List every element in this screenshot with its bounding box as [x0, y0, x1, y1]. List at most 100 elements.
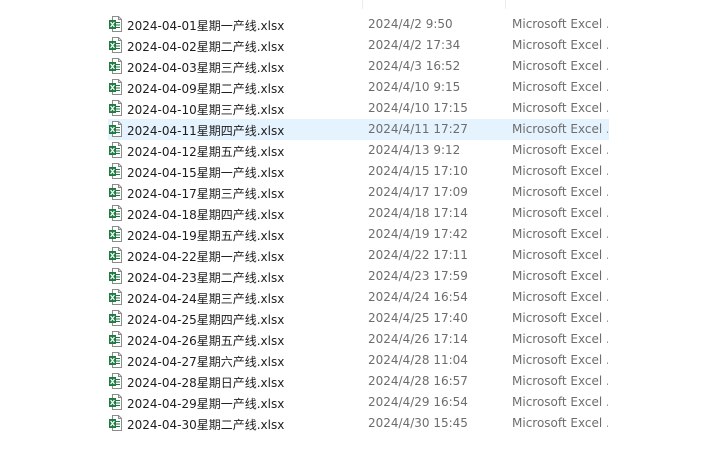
file-row[interactable]: 2024-04-25星期四产线.xlsx 2024/4/25 17:40 Micro…	[0, 308, 720, 329]
file-type: Microsoft Excel ...	[512, 416, 608, 430]
file-date-modified: 2024/4/2 17:34	[368, 38, 461, 52]
file-row[interactable]: 2024-04-19星期五产线.xlsx 2024/4/19 17:42 Micro…	[0, 224, 720, 245]
excel-file-icon	[109, 37, 122, 53]
file-date-modified: 2024/4/10 9:15	[368, 80, 461, 94]
file-name[interactable]: 2024-04-09星期二产线.xlsx	[127, 80, 284, 97]
excel-file-icon	[109, 226, 122, 242]
file-row[interactable]: 2024-04-26星期五产线.xlsx 2024/4/26 17:14 Micro…	[0, 329, 720, 350]
file-date-modified: 2024/4/13 9:12	[368, 143, 461, 157]
file-row[interactable]: 2024-04-09星期二产线.xlsx 2024/4/10 9:15 Micros…	[0, 77, 720, 98]
file-type: Microsoft Excel ...	[512, 206, 608, 220]
file-date-modified: 2024/4/24 16:54	[368, 290, 468, 304]
file-row[interactable]: 2024-04-27星期六产线.xlsx 2024/4/28 11:04 Micro…	[0, 350, 720, 371]
file-type: Microsoft Excel ...	[512, 269, 608, 283]
file-name[interactable]: 2024-04-29星期一产线.xlsx	[127, 395, 284, 412]
file-type: Microsoft Excel ...	[512, 290, 608, 304]
file-date-modified: 2024/4/28 16:57	[368, 374, 468, 388]
file-date-modified: 2024/4/10 17:15	[368, 101, 468, 115]
excel-file-icon	[109, 16, 122, 32]
file-date-modified: 2024/4/28 11:04	[368, 353, 468, 367]
file-row[interactable]: 2024-04-22星期一产线.xlsx 2024/4/22 17:11 Micro…	[0, 245, 720, 266]
file-row[interactable]: 2024-04-01星期一产线.xlsx 2024/4/2 9:50 Microso…	[0, 14, 720, 35]
file-type: Microsoft Excel ...	[512, 395, 608, 409]
excel-file-icon	[109, 415, 122, 431]
excel-file-icon	[109, 121, 122, 137]
excel-file-icon	[109, 205, 122, 221]
file-type: Microsoft Excel ...	[512, 353, 608, 367]
excel-file-icon	[109, 394, 122, 410]
file-row[interactable]: 2024-04-12星期五产线.xlsx 2024/4/13 9:12 Micros…	[0, 140, 720, 161]
file-name[interactable]: 2024-04-11星期四产线.xlsx	[127, 122, 284, 139]
file-date-modified: 2024/4/11 17:27	[368, 122, 468, 136]
file-date-modified: 2024/4/30 15:45	[368, 416, 468, 430]
file-name[interactable]: 2024-04-12星期五产线.xlsx	[127, 143, 284, 160]
file-name[interactable]: 2024-04-17星期三产线.xlsx	[127, 185, 284, 202]
file-row[interactable]: 2024-04-10星期三产线.xlsx 2024/4/10 17:15 Micro…	[0, 98, 720, 119]
file-name[interactable]: 2024-04-26星期五产线.xlsx	[127, 332, 284, 349]
file-date-modified: 2024/4/3 16:52	[368, 59, 461, 73]
file-type: Microsoft Excel ...	[512, 122, 608, 136]
file-date-modified: 2024/4/15 17:10	[368, 164, 468, 178]
file-name[interactable]: 2024-04-22星期一产线.xlsx	[127, 248, 284, 265]
file-name[interactable]: 2024-04-23星期二产线.xlsx	[127, 269, 284, 286]
excel-file-icon	[109, 163, 122, 179]
file-type: Microsoft Excel ...	[512, 332, 608, 346]
excel-file-icon	[109, 268, 122, 284]
file-type: Microsoft Excel ...	[512, 80, 608, 94]
file-type: Microsoft Excel ...	[512, 164, 608, 178]
file-name[interactable]: 2024-04-28星期日产线.xlsx	[127, 374, 284, 391]
excel-file-icon	[109, 289, 122, 305]
file-name[interactable]: 2024-04-30星期二产线.xlsx	[127, 416, 284, 433]
excel-file-icon	[109, 142, 122, 158]
file-row[interactable]: 2024-04-30星期二产线.xlsx 2024/4/30 15:45 Micro…	[0, 413, 720, 434]
file-row[interactable]: 2024-04-02星期二产线.xlsx 2024/4/2 17:34 Micros…	[0, 35, 720, 56]
file-type: Microsoft Excel ...	[512, 185, 608, 199]
excel-file-icon	[109, 100, 122, 116]
file-date-modified: 2024/4/29 16:54	[368, 395, 468, 409]
file-name[interactable]: 2024-04-03星期三产线.xlsx	[127, 59, 284, 76]
file-name[interactable]: 2024-04-25星期四产线.xlsx	[127, 311, 284, 328]
file-name[interactable]: 2024-04-02星期二产线.xlsx	[127, 38, 284, 55]
file-row[interactable]: 2024-04-11星期四产线.xlsx 2024/4/11 17:27 Micro…	[0, 119, 720, 140]
file-name[interactable]: 2024-04-18星期四产线.xlsx	[127, 206, 284, 223]
file-row[interactable]: 2024-04-29星期一产线.xlsx 2024/4/29 16:54 Micro…	[0, 392, 720, 413]
file-type: Microsoft Excel ...	[512, 311, 608, 325]
file-row[interactable]: 2024-04-18星期四产线.xlsx 2024/4/18 17:14 Micro…	[0, 203, 720, 224]
file-type: Microsoft Excel ...	[512, 17, 608, 31]
file-row[interactable]: 2024-04-17星期三产线.xlsx 2024/4/17 17:09 Micro…	[0, 182, 720, 203]
file-row[interactable]: 2024-04-15星期一产线.xlsx 2024/4/15 17:10 Micro…	[0, 161, 720, 182]
file-date-modified: 2024/4/23 17:59	[368, 269, 468, 283]
column-divider[interactable]	[505, 0, 506, 9]
file-date-modified: 2024/4/2 9:50	[368, 17, 453, 31]
file-name[interactable]: 2024-04-19星期五产线.xlsx	[127, 227, 284, 244]
file-date-modified: 2024/4/17 17:09	[368, 185, 468, 199]
file-row[interactable]: 2024-04-23星期二产线.xlsx 2024/4/23 17:59 Micro…	[0, 266, 720, 287]
file-row[interactable]: 2024-04-28星期日产线.xlsx 2024/4/28 16:57 Micro…	[0, 371, 720, 392]
file-row[interactable]: 2024-04-24星期三产线.xlsx 2024/4/24 16:54 Micro…	[0, 287, 720, 308]
file-type: Microsoft Excel ...	[512, 227, 608, 241]
file-date-modified: 2024/4/25 17:40	[368, 311, 468, 325]
file-name[interactable]: 2024-04-10星期三产线.xlsx	[127, 101, 284, 118]
excel-file-icon	[109, 58, 122, 74]
file-name[interactable]: 2024-04-24星期三产线.xlsx	[127, 290, 284, 307]
file-type: Microsoft Excel ...	[512, 374, 608, 388]
excel-file-icon	[109, 184, 122, 200]
excel-file-icon	[109, 352, 122, 368]
excel-file-icon	[109, 310, 122, 326]
file-type: Microsoft Excel ...	[512, 248, 608, 262]
file-row[interactable]: 2024-04-03星期三产线.xlsx 2024/4/3 16:52 Micros…	[0, 56, 720, 77]
file-list: 2024-04-01星期一产线.xlsx 2024/4/2 9:50 Microso…	[0, 14, 720, 434]
file-date-modified: 2024/4/22 17:11	[368, 248, 468, 262]
file-name[interactable]: 2024-04-27星期六产线.xlsx	[127, 353, 284, 370]
column-divider[interactable]	[362, 0, 363, 9]
file-type: Microsoft Excel ...	[512, 143, 608, 157]
file-type: Microsoft Excel ...	[512, 59, 608, 73]
excel-file-icon	[109, 331, 122, 347]
file-name[interactable]: 2024-04-15星期一产线.xlsx	[127, 164, 284, 181]
file-type: Microsoft Excel ...	[512, 101, 608, 115]
file-name[interactable]: 2024-04-01星期一产线.xlsx	[127, 17, 284, 34]
file-date-modified: 2024/4/19 17:42	[368, 227, 468, 241]
excel-file-icon	[109, 373, 122, 389]
file-date-modified: 2024/4/18 17:14	[368, 206, 468, 220]
excel-file-icon	[109, 79, 122, 95]
